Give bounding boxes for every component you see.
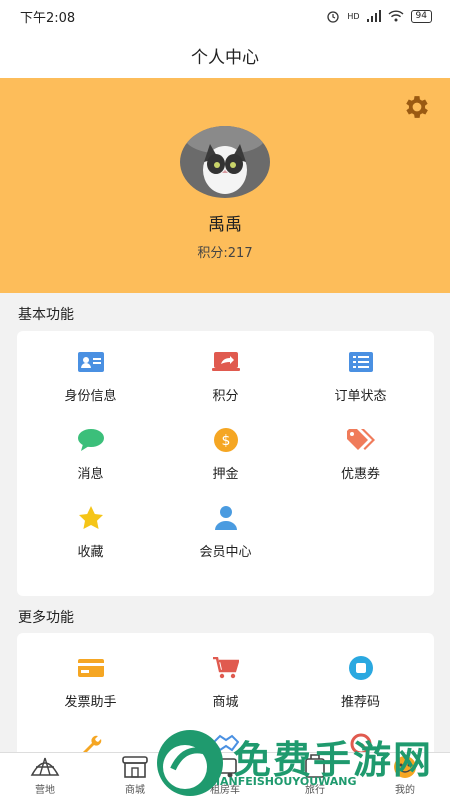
basic-item-coupons[interactable]: 优惠券	[291, 419, 430, 485]
basic-item-messages[interactable]: 消息	[21, 419, 160, 485]
luggage-icon	[305, 754, 325, 778]
tab-label: 旅行	[305, 785, 325, 796]
status-icons: HD 94	[326, 9, 432, 23]
points-label: 积分:217	[197, 246, 253, 261]
section-title-more: 更多功能	[18, 610, 74, 626]
page-header: 个人中心	[0, 32, 450, 78]
basic-item-label: 积分	[212, 389, 239, 404]
status-time: 下午2:08	[20, 10, 76, 26]
section-title-basic: 基本功能	[18, 307, 74, 323]
more-item-label: 商城	[212, 695, 239, 710]
basic-item-points[interactable]: 积分	[156, 341, 295, 407]
basic-item-label: 会员中心	[199, 545, 252, 560]
basic-item-favorites[interactable]: 收藏	[21, 497, 160, 563]
more-item-invoice-assistant[interactable]: 发票助手	[21, 647, 160, 713]
basic-item-label: 消息	[77, 467, 104, 482]
tab-camp[interactable]: 营地	[0, 753, 90, 800]
tab-label: 我的	[395, 785, 415, 796]
avatar[interactable]	[180, 126, 270, 198]
gear-icon[interactable]	[402, 92, 432, 122]
rv-icon	[211, 758, 237, 778]
network-type: HD	[347, 11, 360, 21]
tent-icon	[30, 757, 60, 776]
id-card-icon	[77, 352, 104, 372]
credit-card-icon	[77, 659, 104, 677]
wifi-icon	[388, 10, 404, 22]
basic-item-identity[interactable]: 身份信息	[21, 341, 160, 407]
tab-rv-rental[interactable]: 租房车	[180, 753, 270, 800]
basic-item-label: 押金	[212, 467, 239, 482]
tab-label: 商城	[125, 785, 145, 796]
tab-mine[interactable]: 我的	[360, 753, 450, 800]
shopping-cart-icon	[212, 657, 239, 679]
signal-icon	[366, 10, 381, 22]
basic-item-deposit[interactable]: $ 押金	[156, 419, 295, 485]
more-item-referral-code[interactable]: 推荐码	[291, 647, 430, 713]
profile-icon	[394, 756, 416, 778]
dollar-coin-icon: $	[213, 428, 238, 452]
profile-banner: 禹禹 积分:217	[0, 78, 450, 293]
alarm-icon	[327, 11, 340, 23]
basic-item-label: 身份信息	[64, 389, 117, 404]
bottom-tab-bar: 营地 商城 租房车 旅行 我的	[0, 752, 450, 800]
svg-text:$: $	[221, 433, 230, 449]
basic-item-label: 优惠券	[340, 467, 380, 482]
share-screen-icon	[211, 352, 240, 371]
star-icon	[78, 506, 103, 529]
more-item-mall[interactable]: 商城	[156, 647, 295, 713]
basic-item-member-center[interactable]: 会员中心	[156, 497, 295, 563]
page-title: 个人中心	[191, 47, 259, 68]
tab-label: 租房车	[210, 785, 240, 796]
username: 禹禹	[208, 215, 242, 235]
basic-item-order-status[interactable]: 订单状态	[291, 341, 430, 407]
battery-indicator: 94	[410, 9, 432, 23]
tab-mall[interactable]: 商城	[90, 753, 180, 800]
tab-label: 营地	[35, 785, 55, 796]
basic-functions-card: 身份信息 积分 订单状态 消息 $ 押金 优惠券 收藏 会员中心	[17, 331, 434, 596]
user-icon	[214, 506, 237, 530]
more-item-label: 推荐码	[340, 695, 380, 710]
basic-item-label: 收藏	[77, 545, 104, 560]
more-item-label: 发票助手	[64, 695, 117, 710]
handshake-icon	[212, 734, 239, 752]
shop-icon	[122, 756, 148, 778]
tab-travel[interactable]: 旅行	[270, 753, 360, 800]
tag-icon	[346, 429, 375, 450]
qr-bubble-icon	[348, 656, 373, 680]
chat-bubble-icon	[77, 429, 104, 451]
status-bar: 下午2:08 HD 94	[0, 0, 450, 32]
list-icon	[348, 352, 373, 372]
basic-item-label: 订单状态	[334, 389, 387, 404]
